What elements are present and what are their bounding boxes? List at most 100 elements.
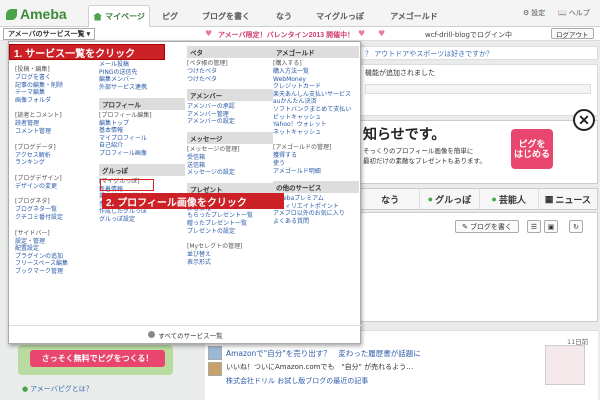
question-link[interactable]: ？ アウトドアやスポーツは好きですか？ — [365, 49, 493, 59]
popup-link[interactable]: ランキング — [15, 159, 68, 167]
popup-link[interactable]: アメブロ以外のお気に入り — [273, 210, 359, 218]
tab-amegold[interactable]: アメゴールド — [376, 5, 452, 27]
popup-link[interactable]: ブックマーク管理 — [15, 268, 68, 276]
pencil-icon: ✎ — [462, 222, 468, 231]
popup-link[interactable]: Amebaプレミアム — [273, 195, 359, 203]
popup-subheading: [購入する] — [273, 60, 302, 67]
popup-link[interactable]: デザインの変更 — [15, 183, 68, 191]
popup-link[interactable]: テーマ編集 — [15, 89, 68, 97]
heart-icon: ♥ — [358, 29, 366, 38]
tab-pigg[interactable]: ピグ — [152, 5, 188, 27]
popup-link[interactable]: ブログネタ一覧 — [15, 206, 68, 214]
popup-link[interactable]: 獲得する — [273, 152, 359, 160]
popup-link[interactable]: よくある質問 — [273, 218, 359, 226]
book-icon: 📖 — [558, 9, 567, 17]
write-blog-button[interactable]: ✎ ブログを書く — [455, 220, 519, 233]
popup-link[interactable]: 購入方法一覧 — [273, 68, 359, 76]
popup-link[interactable]: コメント管理 — [15, 128, 68, 136]
popup-link[interactable]: 表示形式 — [187, 259, 273, 267]
popup-link[interactable]: メッセージの設定 — [187, 169, 273, 177]
pigg-about-link[interactable]: ● アメーバピグとは？ — [22, 384, 93, 394]
popup-link[interactable]: フリースペース編集 — [15, 260, 68, 268]
popup-link[interactable]: 読者管理 — [15, 120, 68, 128]
popup-link[interactable]: 贈ったプレゼント一覧 — [187, 220, 273, 228]
popup-link[interactable]: auかんたん決済 — [273, 98, 359, 106]
sub-bar: アメーバのサービス一覧 ▾ ♥ アメーバ限定！バレンタイン2013 開催中！ ♥ … — [0, 27, 600, 41]
news-title[interactable]: Amazonで"自分"を売り出す？ 変わった履歴書が話題に — [226, 348, 421, 359]
popup-subheading: [投稿・編集] — [15, 66, 50, 73]
popup-link[interactable]: 画像フォルダ — [15, 97, 68, 105]
popup-link[interactable]: 自己紹介 — [99, 142, 185, 150]
list-view-icon[interactable]: ☰ — [527, 220, 541, 233]
popup-link[interactable]: グルっぽ設定 — [99, 216, 185, 224]
promo-banner[interactable]: アメーバ限定！バレンタイン2013 開催中！ — [218, 30, 354, 40]
popup-link[interactable]: Yahoo！ウォレット — [273, 121, 359, 129]
popup-link[interactable]: 受信箱 — [187, 154, 273, 162]
category-celebrity[interactable]: ● 芸能人 — [478, 189, 538, 209]
settings-link[interactable]: ⚙ 設定 — [523, 8, 545, 18]
popup-link[interactable]: つけたペタ — [187, 76, 273, 84]
popup-link[interactable]: もらったプレゼント一覧 — [187, 212, 273, 220]
popup-link[interactable]: WebMoney — [273, 76, 359, 84]
pigg-banner: 知らせです。 そっくりのプロフィール画像を簡単に 最初だけの素敵なプレゼントもあ… — [360, 120, 598, 184]
popup-link[interactable]: クチコミ番付設定 — [15, 214, 68, 222]
popup-section-heading: アメンバー — [187, 89, 273, 102]
news-thumbnail[interactable] — [208, 346, 222, 360]
ameba-logo[interactable]: Ameba — [6, 6, 67, 22]
category-group[interactable]: ● グルっぽ — [419, 189, 478, 209]
group-icon: ● — [427, 194, 434, 204]
popup-link[interactable]: アメンバーの承認 — [187, 103, 273, 111]
popup-link[interactable]: 作成したグルっぽ — [99, 208, 185, 216]
banner-title: 知らせです。 — [363, 126, 446, 142]
popup-link[interactable]: 使う — [273, 160, 359, 168]
category-news[interactable]: ▦ ニュース — [537, 189, 597, 209]
arrow-circle-icon — [148, 331, 156, 338]
popup-link[interactable]: クレジットカード — [273, 83, 359, 91]
popup-link[interactable]: 並び替え — [187, 251, 273, 259]
popup-link[interactable]: メール投稿 — [99, 61, 185, 69]
popup-link[interactable]: 外部サービス連携 — [99, 84, 185, 92]
celebrity-icon: ● — [491, 194, 497, 204]
image-view-icon[interactable]: ▣ — [544, 220, 558, 233]
popup-link[interactable]: ネットキャッシュ — [273, 129, 359, 137]
popup-link[interactable]: プロフィール画像 — [99, 150, 185, 158]
popup-link[interactable]: 設定・管理 — [15, 238, 68, 246]
popup-link[interactable]: プレゼントの設定 — [187, 228, 273, 236]
popup-section-heading: グルっぽ — [99, 163, 185, 176]
refresh-icon[interactable]: ↻ — [569, 220, 583, 233]
popup-link[interactable]: 基本情報 — [99, 127, 185, 135]
popup-link[interactable]: 編集メンバー — [99, 76, 185, 84]
start-pigg-button[interactable]: ピグを はじめる — [511, 129, 553, 169]
all-services-link[interactable]: すべてのサービス一覧 — [9, 325, 362, 343]
popup-link[interactable]: つけたペタ — [187, 68, 273, 76]
popup-link[interactable]: ブログを書く — [15, 74, 68, 82]
popup-link[interactable]: アメゴールド明細 — [273, 168, 359, 176]
popup-section-heading: アメゴールド — [273, 46, 359, 58]
notice-text: 機能が追加されました — [365, 69, 435, 77]
heart-icon: ♥ — [378, 29, 386, 38]
banner-line-1: そっくりのプロフィール画像を簡単に — [363, 147, 474, 155]
services-list-button[interactable]: アメーバのサービス一覧 ▾ — [3, 28, 96, 40]
help-link[interactable]: 📖 ヘルプ — [558, 8, 590, 18]
tab-now[interactable]: なう — [264, 5, 304, 27]
category-tabs: なう ● グルっぽ ● 芸能人 ▦ ニュース — [360, 188, 598, 210]
popup-section-heading: の他のサービス — [273, 181, 359, 194]
tab-write-blog[interactable]: ブログを書く — [190, 5, 262, 27]
news-thumbnail[interactable] — [208, 362, 222, 376]
popup-link[interactable]: 配置設定 — [15, 245, 68, 253]
popup-link[interactable]: アメンバーの設定 — [187, 118, 273, 126]
create-pigg-free-button[interactable]: さっそく無料でピグをつくる！ — [30, 350, 165, 367]
category-now[interactable]: なう — [361, 189, 419, 209]
close-icon[interactable]: ✕ — [573, 109, 595, 131]
news-link[interactable]: 株式会社ドリル お試し版ブログの最近の記事 — [226, 376, 368, 386]
tab-mygroup[interactable]: マイグルっぽ — [306, 5, 374, 27]
logout-button[interactable]: ログアウト — [551, 28, 594, 39]
heart-icon: ♥ — [205, 29, 213, 38]
popup-link[interactable]: ソフトバンクまとめて支払い — [273, 106, 359, 114]
popup-subheading: [メッセージの管理] — [187, 145, 240, 153]
tab-mypage[interactable]: マイページ — [88, 5, 150, 27]
